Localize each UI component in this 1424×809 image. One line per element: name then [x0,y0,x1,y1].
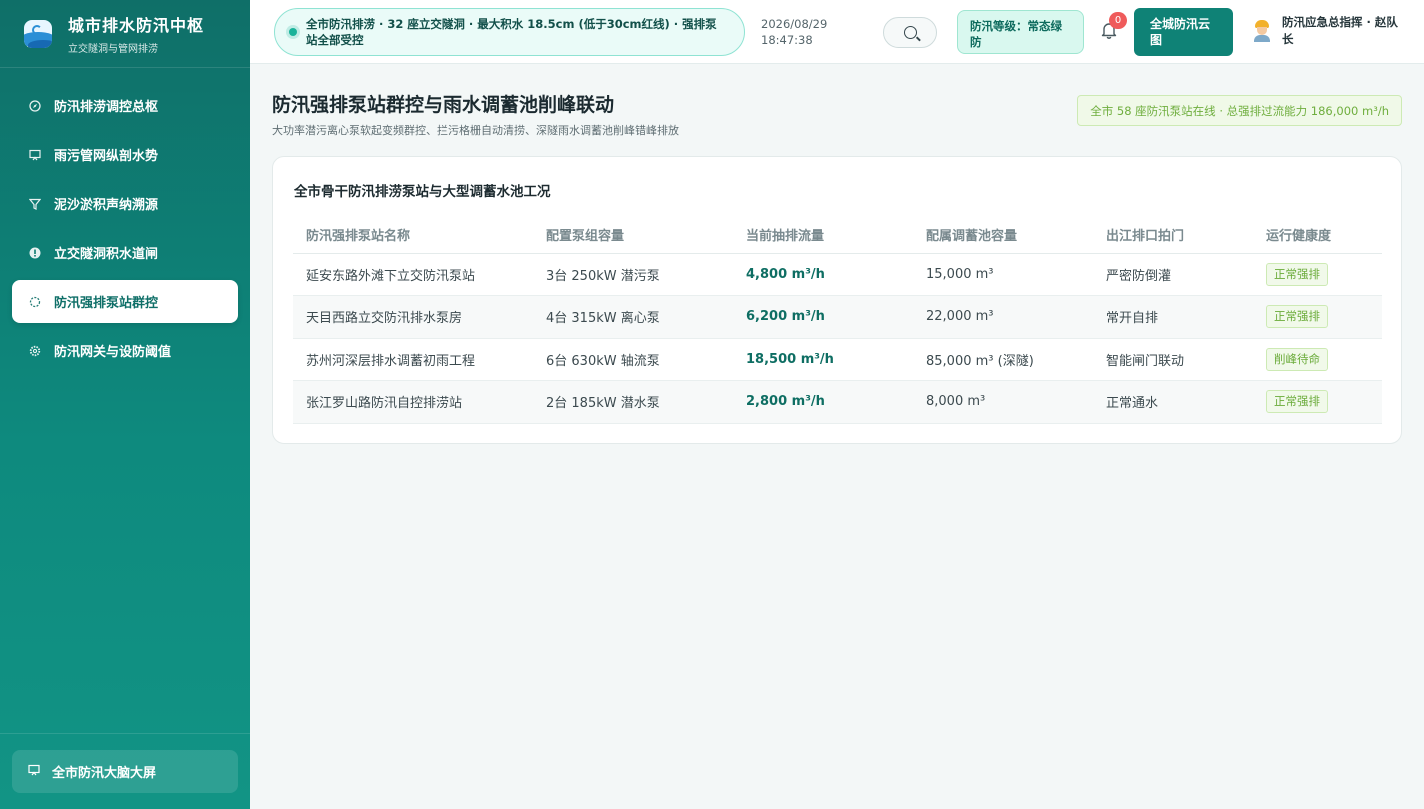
search-icon [903,26,917,39]
current-flow: 2,800 m³/h [733,380,913,424]
sidebar-item-sonar[interactable]: 泥沙淤积声纳溯源 [12,182,238,225]
health-badge: 正常强排 [1266,390,1328,414]
pump-capacity: 3台 250kW 潜污泵 [533,253,733,296]
outfall-gate: 常开自排 [1093,295,1253,339]
sidebar-footer: 全市防汛大脑大屏 [0,733,250,809]
column-header: 出江排口拍门 [1093,217,1253,254]
pump-icon [28,295,42,309]
brand-title: 城市排水防汛中枢 [68,16,205,35]
health-cell: 正常强排 [1253,380,1382,424]
sidebar-item-label: 雨污管网纵剖水势 [54,149,159,164]
health-cell: 正常强排 [1253,253,1382,296]
sidebar-item-label: 防汛网关与设防阈值 [54,345,172,360]
live-dot-icon [289,28,297,36]
outfall-gate: 正常通水 [1093,380,1253,424]
sidebar-item-tunnel-gate[interactable]: 立交隧洞积水道闸 [12,231,238,274]
user-name: 防汛应急总指挥 · 赵队长 [1282,15,1398,46]
health-badge: 正常强排 [1266,262,1328,286]
pump-capacity: 6台 630kW 轴流泵 [533,338,733,381]
column-header: 运行健康度 [1253,217,1382,254]
sidebar-item-label: 泥沙淤积声纳溯源 [54,198,159,213]
column-header: 当前抽排流量 [733,217,913,254]
avatar [1251,20,1273,42]
big-screen-label: 全市防汛大脑大屏 [52,766,157,781]
pump-capacity: 4台 315kW 离心泵 [533,295,733,339]
station-name: 张江罗山路防汛自控排涝站 [293,380,533,424]
page-subtitle: 大功率潜污离心泵软起变频群控、拦污格栅自动清捞、深隧雨水调蓄池削峰错峰排放 [272,124,679,137]
top-header: 全市防汛排涝 · 32 座立交隧洞 · 最大积水 18.5cm (低于30cm红… [250,0,1424,64]
flood-level-badge: 防汛等级：常态绿防 [957,10,1084,54]
health-badge: 削峰待命 [1266,347,1328,371]
column-header: 配属调蓄池容量 [913,217,1093,254]
sidebar: 城市排水防汛中枢 立交隧洞与管网排涝 防汛排涝调控总枢 雨污管网纵剖水势 泥沙淤… [0,0,250,809]
sidebar-item-gateway-threshold[interactable]: 防汛网关与设防阈值 [12,329,238,372]
brand: 城市排水防汛中枢 立交隧洞与管网排涝 [0,0,250,68]
table-row[interactable]: 张江罗山路防汛自控排涝站 2台 185kW 潜水泵 2,800 m³/h 8,0… [293,380,1382,424]
filter-icon [28,197,42,211]
status-ticker: 全市防汛排涝 · 32 座立交隧洞 · 最大积水 18.5cm (低于30cm红… [274,8,745,56]
online-status-badge: 全市 58 座防汛泵站在线 · 总强排过流能力 186,000 m³/h [1077,95,1402,126]
table-row[interactable]: 苏州河深层排水调蓄初雨工程 6台 630kW 轴流泵 18,500 m³/h 8… [293,338,1382,381]
health-badge: 正常强排 [1266,305,1328,329]
date-text: 2026/08/29 [761,17,828,31]
sidebar-item-overview[interactable]: 防汛排涝调控总枢 [12,84,238,127]
gear-icon [28,344,42,358]
storage-capacity: 15,000 m³ [913,253,1093,296]
storage-capacity: 85,000 m³ (深隧) [913,338,1093,381]
time-text: 18:47:38 [761,33,813,47]
wave-logo-icon [24,19,52,48]
current-flow: 18,500 m³/h [733,338,913,381]
station-name: 苏州河深层排水调蓄初雨工程 [293,338,533,381]
city-cloud-map-button[interactable]: 全城防汛云图 [1134,8,1233,56]
monitor-icon [28,764,40,779]
sidebar-nav: 防汛排涝调控总枢 雨污管网纵剖水势 泥沙淤积声纳溯源 立交隧洞积水道闸 防汛强排… [0,68,250,372]
user-menu[interactable]: 防汛应急总指挥 · 赵队长 [1251,14,1404,48]
current-flow: 4,800 m³/h [733,253,913,296]
health-cell: 削峰待命 [1253,338,1382,381]
health-cell: 正常强排 [1253,295,1382,339]
notification-count-badge: 0 [1109,12,1127,29]
column-header: 配置泵组容量 [533,217,733,254]
column-header: 防汛强排泵站名称 [293,217,533,254]
monitor-icon [28,148,42,162]
outfall-gate: 智能闸门联动 [1093,338,1253,381]
table-row[interactable]: 天目西路立交防汛排水泵房 4台 315kW 离心泵 6,200 m³/h 22,… [293,295,1382,339]
brand-subtitle: 立交隧洞与管网排涝 [68,44,158,55]
pump-station-card: 全市骨干防汛排涝泵站与大型调蓄水池工况 防汛强排泵站名称 配置泵组容量 当前抽排… [272,156,1402,444]
table-row[interactable]: 延安东路外滩下立交防汛泵站 3台 250kW 潜污泵 4,800 m³/h 15… [293,253,1382,296]
sidebar-item-pipe-network[interactable]: 雨污管网纵剖水势 [12,133,238,176]
page-title: 防汛强排泵站群控与雨水调蓄池削峰联动 [272,94,615,116]
station-name: 天目西路立交防汛排水泵房 [293,295,533,339]
pump-station-table: 防汛强排泵站名称 配置泵组容量 当前抽排流量 配属调蓄池容量 出江排口拍门 运行… [293,217,1382,424]
compass-icon [28,99,42,113]
outfall-gate: 严密防倒灌 [1093,253,1253,296]
storage-capacity: 8,000 m³ [913,380,1093,424]
ticker-text: 全市防汛排涝 · 32 座立交隧洞 · 最大积水 18.5cm (低于30cm红… [306,17,717,47]
big-screen-button[interactable]: 全市防汛大脑大屏 [12,750,238,793]
brand-text: 城市排水防汛中枢 立交隧洞与管网排涝 [68,12,204,55]
storage-capacity: 22,000 m³ [913,295,1093,339]
sidebar-item-label: 防汛强排泵站群控 [54,296,159,311]
sidebar-item-pump-control[interactable]: 防汛强排泵站群控 [12,280,238,323]
alert-icon [28,246,42,260]
current-flow: 6,200 m³/h [733,295,913,339]
card-title: 全市骨干防汛排涝泵站与大型调蓄水池工况 [294,184,551,200]
pump-capacity: 2台 185kW 潜水泵 [533,380,733,424]
datetime: 2026/08/29 18:47:38 [761,16,827,48]
search-button[interactable] [883,17,937,48]
sidebar-item-label: 防汛排涝调控总枢 [54,100,159,115]
station-name: 延安东路外滩下立交防汛泵站 [293,253,533,296]
table-header-row: 防汛强排泵站名称 配置泵组容量 当前抽排流量 配属调蓄池容量 出江排口拍门 运行… [293,217,1382,254]
sidebar-item-label: 立交隧洞积水道闸 [54,247,159,262]
